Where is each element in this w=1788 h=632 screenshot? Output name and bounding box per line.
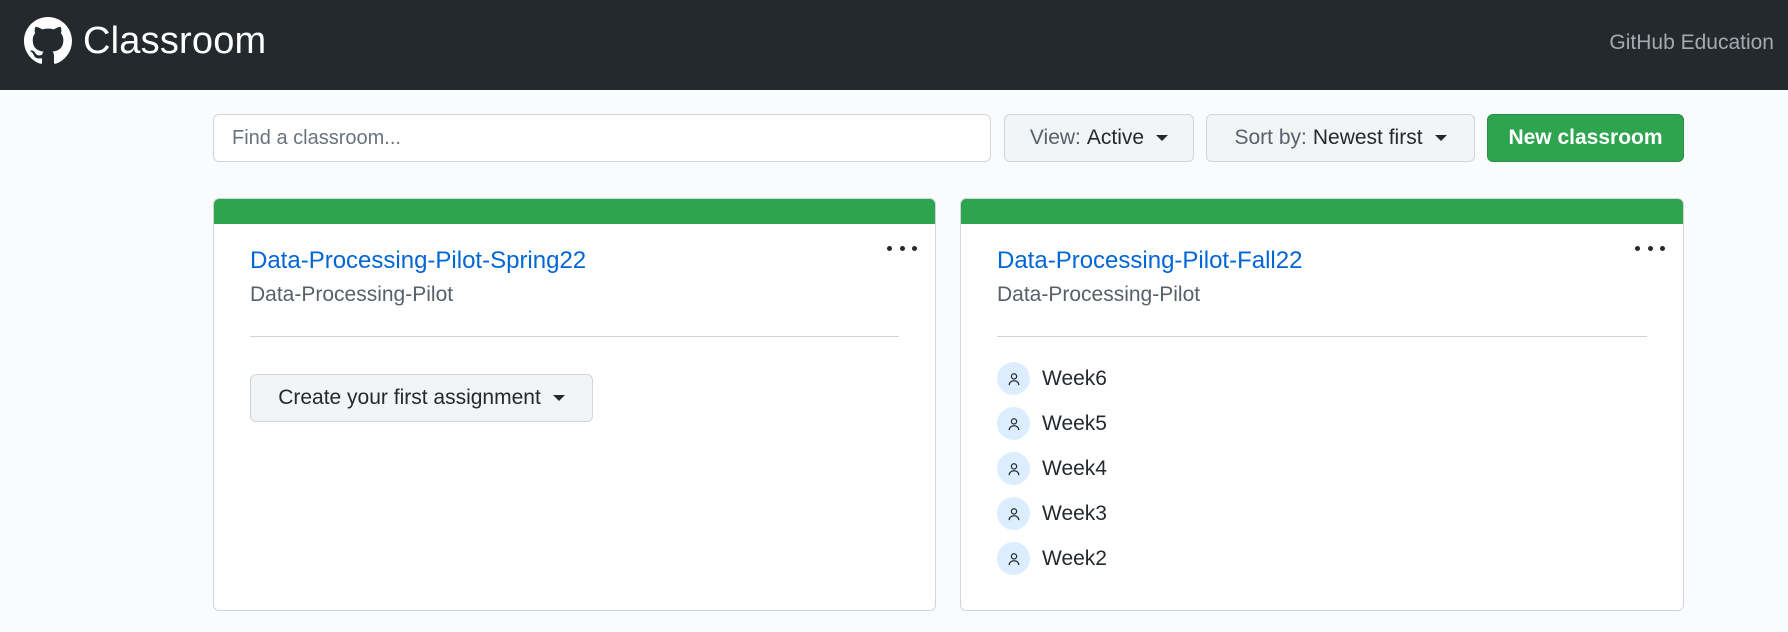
card-divider <box>250 336 899 337</box>
assignment-label: Week6 <box>1042 366 1107 390</box>
caret-down-icon <box>1434 135 1447 141</box>
classroom-card: Data-Processing-Pilot-Fall22 Data-Proces… <box>960 198 1684 611</box>
caret-down-icon <box>552 395 565 401</box>
classroom-card: Data-Processing-Pilot-Spring22 Data-Proc… <box>213 198 936 611</box>
sort-label: Sort by: <box>1234 126 1307 149</box>
assignment-item[interactable]: Week2 <box>997 536 1107 581</box>
assignment-item[interactable]: Week4 <box>997 446 1107 491</box>
person-icon <box>997 497 1030 530</box>
github-octocat-icon <box>24 17 72 64</box>
assignment-item[interactable]: Week6 <box>997 356 1107 401</box>
new-classroom-button[interactable]: New classroom <box>1487 114 1684 162</box>
assignment-label: Week2 <box>1042 546 1107 570</box>
assignment-label: Week3 <box>1042 501 1107 525</box>
card-accent-bar <box>961 199 1683 224</box>
view-filter-dropdown[interactable]: View: Active <box>1004 114 1194 162</box>
github-education-link[interactable]: GitHub Education <box>1609 31 1774 55</box>
kebab-menu-icon[interactable] <box>887 241 917 255</box>
sort-value: Newest first <box>1312 126 1423 149</box>
create-assignment-label: Create your first assignment <box>278 386 541 409</box>
assignment-list: Week6 Week5 Week4 Week3 Week2 <box>997 356 1107 581</box>
classroom-title-link[interactable]: Data-Processing-Pilot-Spring22 <box>250 247 586 275</box>
classroom-search-input[interactable] <box>213 114 991 162</box>
classroom-org-name: Data-Processing-Pilot <box>250 283 454 306</box>
person-icon <box>997 362 1030 395</box>
person-icon <box>997 407 1030 440</box>
card-accent-bar <box>214 199 935 224</box>
caret-down-icon <box>1156 135 1169 141</box>
brand[interactable]: Classroom <box>24 16 266 66</box>
person-icon <box>997 542 1030 575</box>
assignment-label: Week5 <box>1042 411 1107 435</box>
view-filter-label: View: <box>1029 126 1081 149</box>
assignment-label: Week4 <box>1042 456 1107 480</box>
assignment-item[interactable]: Week5 <box>997 401 1107 446</box>
classroom-toolbar: View: Active Sort by: Newest first New c… <box>213 114 1684 162</box>
view-filter-value: Active <box>1086 126 1145 149</box>
person-icon <box>997 452 1030 485</box>
card-divider <box>997 336 1647 337</box>
assignment-item[interactable]: Week3 <box>997 491 1107 536</box>
sort-dropdown[interactable]: Sort by: Newest first <box>1206 114 1475 162</box>
create-first-assignment-button[interactable]: Create your first assignment <box>250 374 593 422</box>
app-title: Classroom <box>83 19 267 62</box>
classroom-org-name: Data-Processing-Pilot <box>997 283 1201 306</box>
kebab-menu-icon[interactable] <box>1635 241 1665 255</box>
classroom-title-link[interactable]: Data-Processing-Pilot-Fall22 <box>997 247 1302 275</box>
top-header: Classroom GitHub Education <box>0 0 1788 90</box>
